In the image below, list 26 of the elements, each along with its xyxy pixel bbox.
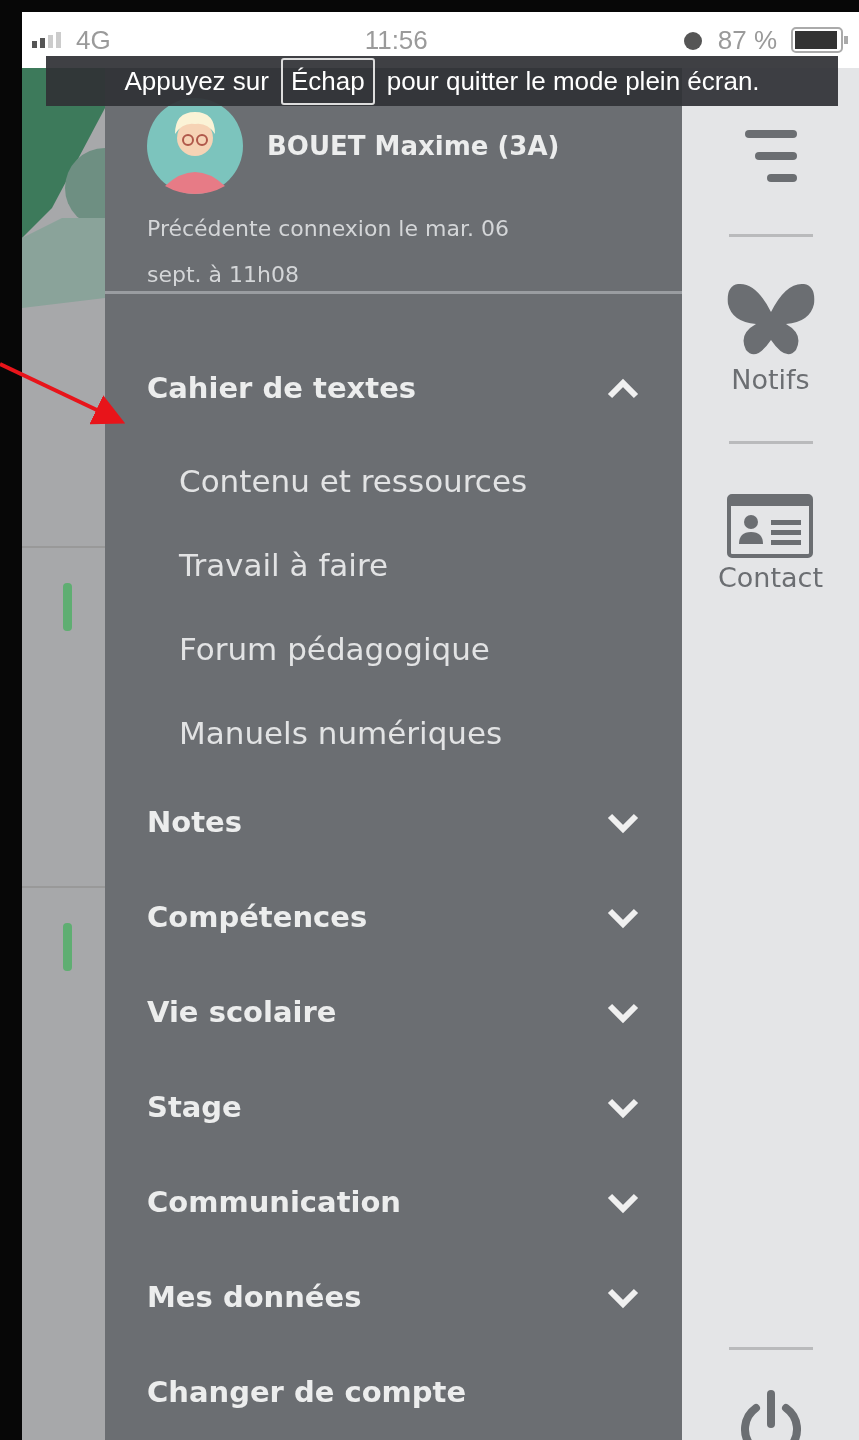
network-label: 4G bbox=[76, 23, 111, 57]
accent-marker bbox=[63, 923, 72, 971]
menu-section-label: Communication bbox=[147, 1183, 401, 1221]
signal-icon bbox=[32, 32, 62, 48]
accent-marker bbox=[63, 583, 72, 631]
submenu-item[interactable]: Contenu et ressources bbox=[105, 439, 682, 523]
submenu-item[interactable]: Travail à faire bbox=[105, 523, 682, 607]
submenu-item[interactable]: Manuels numériques bbox=[105, 691, 682, 775]
alarm-clock-icon bbox=[681, 29, 704, 51]
battery-icon bbox=[791, 27, 849, 53]
key-label: Échap bbox=[280, 57, 375, 105]
menu-section-label: Stage bbox=[147, 1088, 242, 1126]
status-time: 11:56 bbox=[364, 23, 428, 57]
menu-section-label: Notes bbox=[147, 803, 242, 841]
menu-section-label: Vie scolaire bbox=[147, 993, 337, 1031]
submenu-item[interactable]: Forum pédagogique bbox=[105, 607, 682, 691]
notice-text: Appuyez sur bbox=[124, 64, 269, 98]
last-login-text: Précédente connexion le mar. 06 sept. à 11h08 bbox=[147, 215, 510, 289]
menu-section-label: Compétences bbox=[147, 898, 368, 936]
menu-item[interactable]: Changer de compte bbox=[105, 1345, 682, 1440]
user-name: BOUET Maxime (3A) bbox=[267, 129, 560, 163]
battery-percentage: 87 % bbox=[717, 23, 777, 57]
menu-icon[interactable] bbox=[742, 128, 799, 184]
notice-text: pour quitter le mode plein écran. bbox=[386, 64, 760, 98]
menu-section-label: Cahier de textes bbox=[147, 370, 417, 408]
menu-section-label: Mes données bbox=[147, 1278, 362, 1316]
